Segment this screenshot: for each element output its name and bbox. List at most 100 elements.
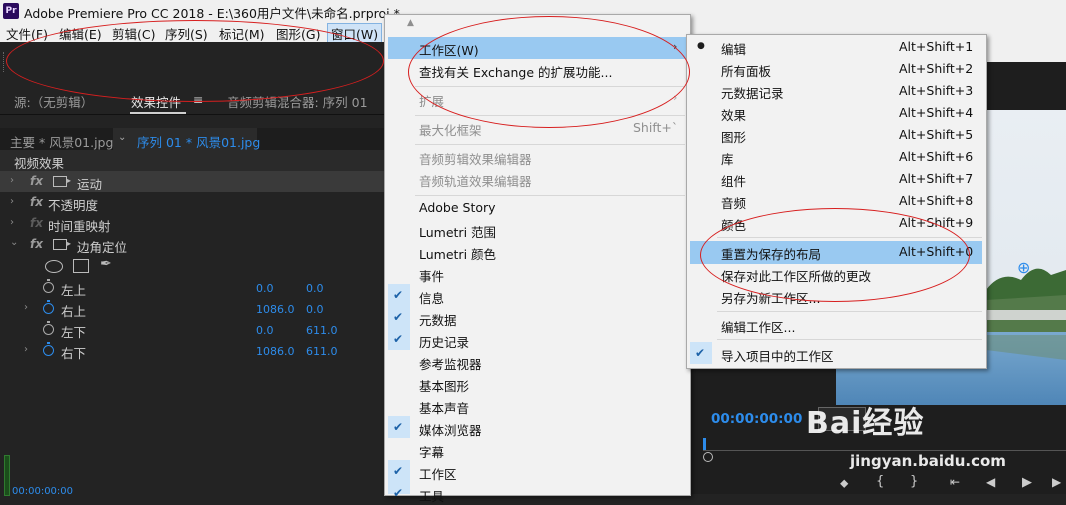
param-value-x[interactable]: 0.0 <box>256 282 274 295</box>
monitor-ruler <box>703 450 1066 451</box>
menu-item-lumetri-color[interactable]: Lumetri 颜色 <box>419 244 496 263</box>
submenu-shortcut: Alt+Shift+3 <box>899 83 974 98</box>
chevron-right-icon[interactable]: › <box>24 302 28 313</box>
submenu-item-libraries[interactable]: 库 <box>721 149 734 168</box>
chevron-down-icon[interactable]: ⌄ <box>118 132 126 143</box>
transform-icon[interactable] <box>53 239 67 250</box>
menu-item-workspaces-panel[interactable]: 工作区 <box>419 464 457 483</box>
submenu-item-effects[interactable]: 效果 <box>721 105 746 124</box>
bottom-timecode[interactable]: 00:00:00:00 <box>12 486 73 497</box>
marker-icon[interactable]: ⬥ <box>840 476 848 491</box>
effect-row-motion[interactable]: › fx ▸ 运动 <box>0 171 384 192</box>
pen-icon[interactable]: ✒ <box>100 256 112 272</box>
menu-item-reference-monitor[interactable]: 参考监视器 <box>419 354 482 373</box>
program-timecode[interactable]: 00:00:00:00 <box>711 411 802 427</box>
premiere-logo-icon: Pr <box>3 3 19 19</box>
menu-item-history[interactable]: 历史记录 <box>419 332 469 351</box>
menu-item-essential-graphics[interactable]: 基本图形 <box>419 376 469 395</box>
menu-separator <box>717 339 982 340</box>
current-workspace-bullet-icon: ● <box>697 41 705 51</box>
menu-item-events[interactable]: 事件 <box>419 266 444 285</box>
stopwatch-icon[interactable] <box>43 279 54 293</box>
menu-item-info[interactable]: 信息 <box>419 288 444 307</box>
chevron-right-icon[interactable]: › <box>10 175 14 186</box>
mark-out-icon[interactable]: } <box>910 474 918 489</box>
param-value-y[interactable]: 0.0 <box>306 303 324 316</box>
menu-separator <box>415 144 685 145</box>
effect-row-opacity[interactable]: › fx 不透明度 <box>0 192 384 213</box>
step-back-icon[interactable]: ◀ <box>986 475 995 489</box>
crosshair-icon[interactable]: ⊕ <box>1017 258 1030 277</box>
menu-item-audio-clip-effect-editor[interactable]: 音频剪辑效果编辑器 <box>419 149 532 168</box>
menu-item-media-browser[interactable]: 媒体浏览器 <box>419 420 482 439</box>
effect-row-corner-pin[interactable]: ⌄ fx ▸ 边角定位 <box>0 234 384 255</box>
menu-separator <box>717 311 982 312</box>
chevron-right-icon[interactable]: › <box>10 196 14 207</box>
mark-in-icon[interactable]: { <box>876 474 884 489</box>
fx-icon[interactable]: fx <box>30 174 43 188</box>
menu-item-audio-track-effect-editor[interactable]: 音频轨道效果编辑器 <box>419 171 532 190</box>
menu-item-essential-sound[interactable]: 基本声音 <box>419 398 469 417</box>
go-to-in-icon[interactable]: ⇤ <box>950 475 960 489</box>
workspace-submenu: ● 编辑 Alt+Shift+1 所有面板 Alt+Shift+2 元数据记录 … <box>686 34 987 369</box>
sequence-clip-label[interactable]: 序列 01 * 风景01.jpg <box>137 132 260 151</box>
submenu-shortcut: Alt+Shift+7 <box>899 171 974 186</box>
chevron-right-icon[interactable]: › <box>10 217 14 228</box>
submenu-item-graphics[interactable]: 图形 <box>721 127 746 146</box>
submenu-item-edit-workspaces[interactable]: 编辑工作区... <box>721 317 795 336</box>
stopwatch-icon[interactable] <box>43 321 54 335</box>
fx-icon[interactable]: fx <box>30 195 43 209</box>
menu-item-maximize-frame[interactable]: 最大化框架 <box>419 120 482 139</box>
ellipse-mask-icon[interactable] <box>45 260 63 273</box>
effect-row-time-remap[interactable]: › fx 时间重映射 <box>0 213 384 234</box>
submenu-shortcut: Alt+Shift+4 <box>899 105 974 120</box>
checkmark-icon: ✔ <box>393 332 404 346</box>
param-row-top-left[interactable]: 左上 0.0 0.0 <box>0 277 384 298</box>
effect-label: 运动 <box>77 177 103 192</box>
param-value-x[interactable]: 1086.0 <box>256 345 295 358</box>
menu-item-metadata[interactable]: 元数据 <box>419 310 457 329</box>
submenu-item-editing[interactable]: 编辑 <box>721 39 746 58</box>
transform-icon[interactable] <box>53 176 67 187</box>
param-value-y[interactable]: 0.0 <box>306 282 324 295</box>
param-value-x[interactable]: 0.0 <box>256 324 274 337</box>
submenu-item-metadata-logging[interactable]: 元数据记录 <box>721 83 784 102</box>
param-value-y[interactable]: 611.0 <box>306 345 338 358</box>
audio-meter <box>4 455 10 496</box>
chevron-down-icon[interactable]: ⌄ <box>10 237 18 248</box>
scroll-up-icon[interactable]: ▲ <box>407 18 414 28</box>
param-row-top-right[interactable]: › 右上 1086.0 0.0 <box>0 298 384 319</box>
rectangle-mask-icon[interactable] <box>73 259 89 273</box>
menu-item-adobe-story[interactable]: Adobe Story <box>419 200 496 215</box>
submenu-item-audio[interactable]: 音频 <box>721 193 746 212</box>
annotation-ellipse <box>6 20 384 102</box>
window-title: Adobe Premiere Pro CC 2018 - E:\360用户文件\… <box>24 6 400 21</box>
menu-item-tools[interactable]: 工具 <box>419 486 444 505</box>
stopwatch-icon[interactable] <box>43 300 54 314</box>
checkmark-icon: ✔ <box>393 486 404 500</box>
fx-icon: fx <box>30 216 43 230</box>
submenu-item-import-workspace[interactable]: 导入项目中的工作区 <box>721 346 834 365</box>
effect-label: 时间重映射 <box>48 219 111 234</box>
menu-item-captions[interactable]: 字幕 <box>419 442 444 461</box>
param-value-y[interactable]: 611.0 <box>306 324 338 337</box>
submenu-shortcut: Alt+Shift+2 <box>899 61 974 76</box>
submenu-item-assembly[interactable]: 组件 <box>721 171 746 190</box>
zoom-handle[interactable] <box>703 452 713 462</box>
submenu-item-all-panels[interactable]: 所有面板 <box>721 61 771 80</box>
menu-shortcut: Shift+` <box>633 120 679 135</box>
fx-icon[interactable]: fx <box>30 237 43 251</box>
active-tab-indicator <box>130 112 186 114</box>
master-clip-label[interactable]: 主要 * 风景01.jpg <box>10 132 113 151</box>
param-row-bottom-left[interactable]: 左下 0.0 611.0 <box>0 319 384 340</box>
step-forward-icon[interactable]: ▶ <box>1052 475 1061 489</box>
baidu-watermark-url: jingyan.baidu.com <box>850 452 1006 470</box>
chevron-right-icon[interactable]: › <box>24 344 28 355</box>
tab-source[interactable]: 源:（无剪辑） <box>14 92 93 111</box>
param-value-x[interactable]: 1086.0 <box>256 303 295 316</box>
menu-item-lumetri-scopes[interactable]: Lumetri 范围 <box>419 222 496 241</box>
playhead[interactable] <box>703 438 706 450</box>
param-row-bottom-right[interactable]: › 右下 1086.0 611.0 <box>0 340 384 361</box>
stopwatch-icon[interactable] <box>43 342 54 356</box>
play-icon[interactable]: ▶ <box>1022 475 1032 490</box>
